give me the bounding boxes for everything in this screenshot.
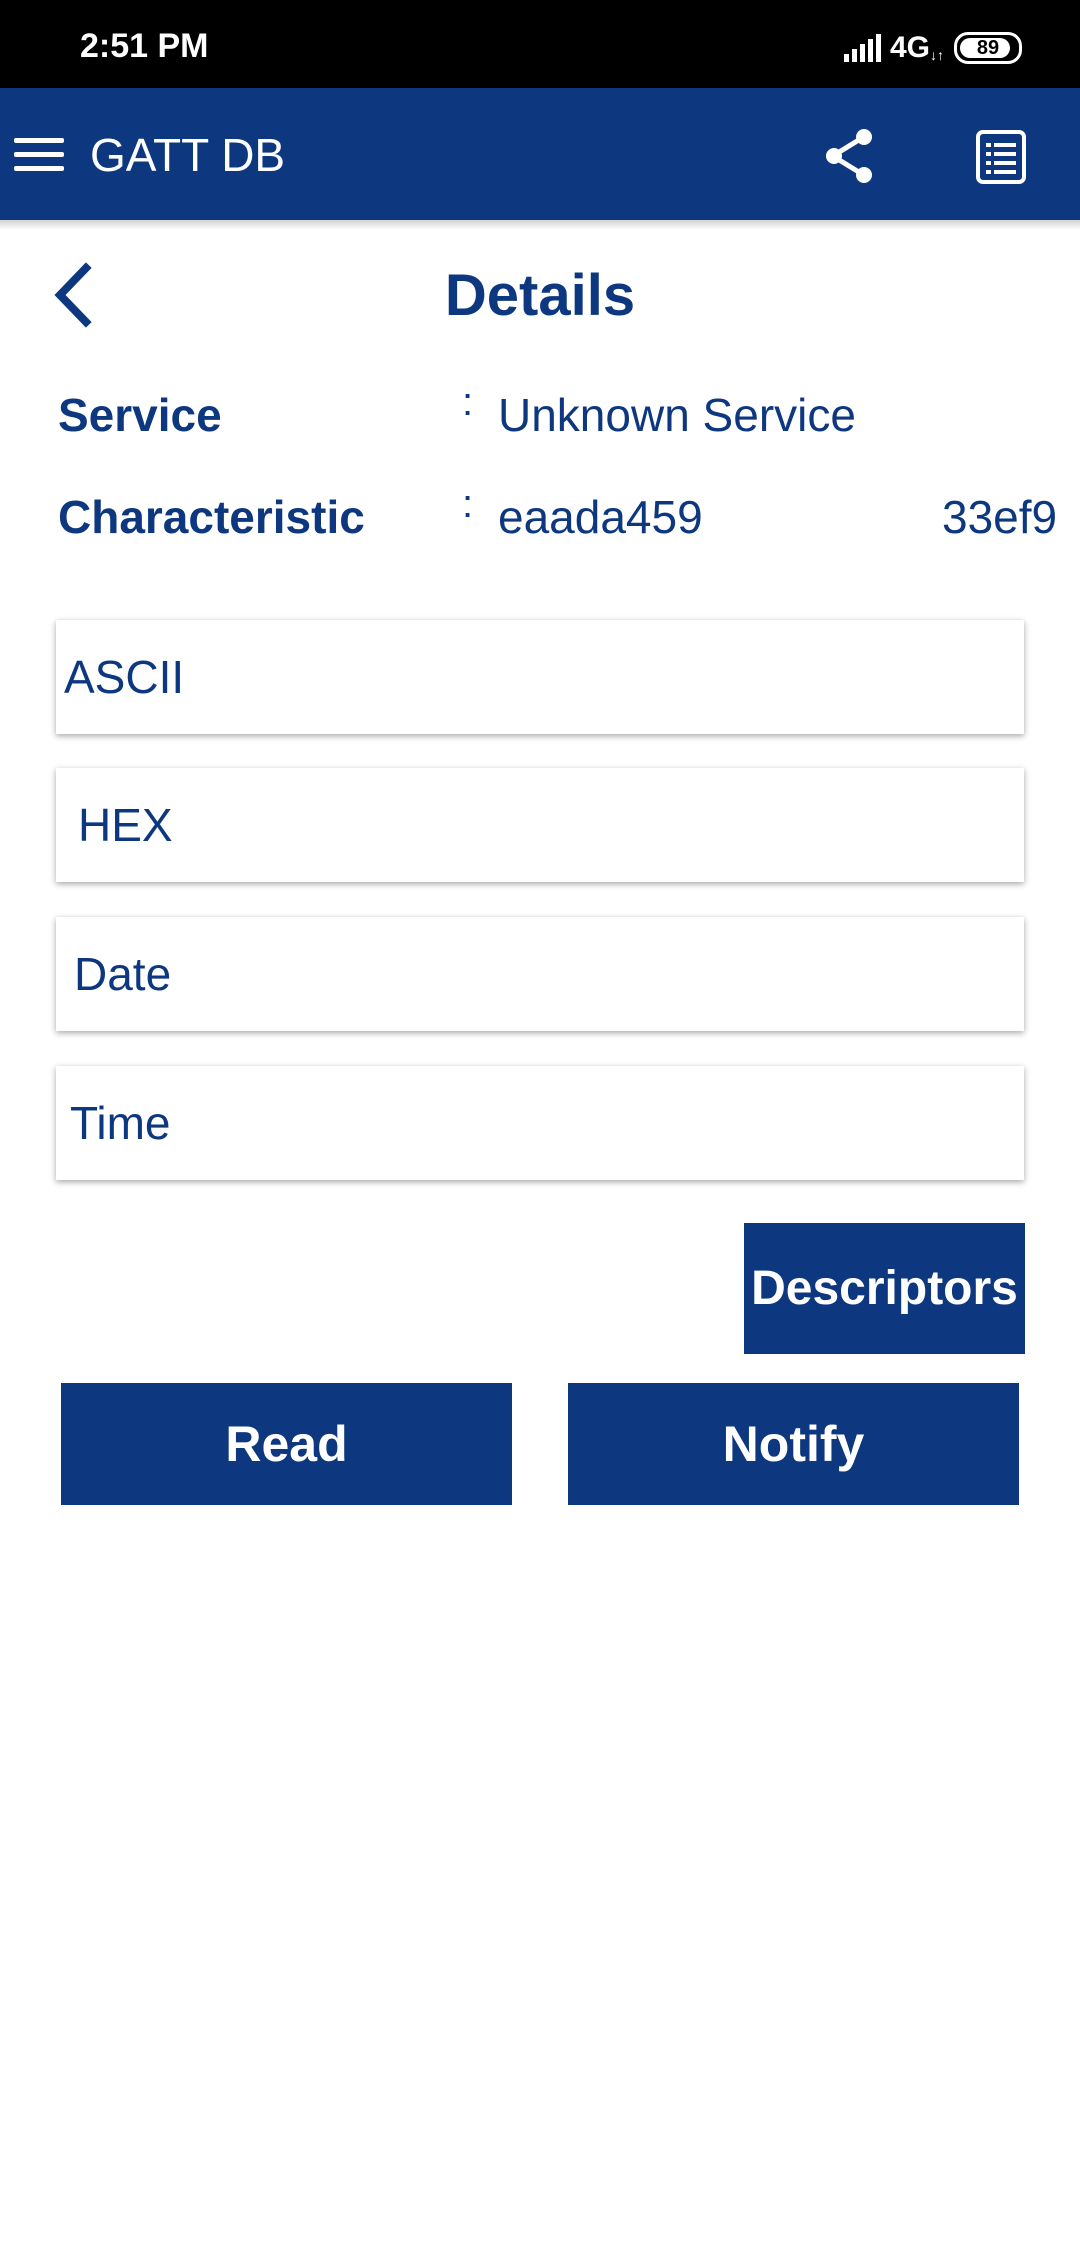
signal-icon bbox=[843, 34, 881, 62]
status-time: 2:51 PM bbox=[80, 27, 209, 65]
status-bar: 2:51 PM 4G ↓↑ 89 bbox=[0, 0, 1080, 88]
characteristic-label: Characteristic bbox=[58, 491, 365, 543]
characteristic-value: eaada459 33ef9 bbox=[490, 487, 1078, 547]
characteristic-value-part1: eaada459 bbox=[498, 491, 703, 543]
characteristic-row: Characteristic : eaada459 33ef9 bbox=[58, 482, 1057, 547]
descriptors-button[interactable]: Descriptors bbox=[744, 1223, 1025, 1354]
hex-field-label: HEX bbox=[78, 799, 173, 851]
app-bar-shadow bbox=[0, 220, 1080, 230]
ascii-field[interactable]: ASCII bbox=[56, 620, 1024, 734]
service-label: Service bbox=[58, 389, 222, 441]
time-field-label: Time bbox=[70, 1097, 171, 1149]
list-icon[interactable] bbox=[970, 126, 1034, 190]
hex-field[interactable]: HEX bbox=[56, 768, 1024, 882]
menu-icon[interactable] bbox=[14, 128, 74, 180]
ascii-field-label: ASCII bbox=[64, 651, 185, 703]
date-field-label: Date bbox=[74, 948, 172, 1000]
characteristic-separator: : bbox=[462, 482, 474, 526]
service-row: Service : Unknown Service bbox=[58, 380, 1018, 445]
app-title: GATT DB bbox=[90, 129, 286, 181]
status-indicators: 4G ↓↑ 89 bbox=[843, 28, 1022, 68]
share-icon[interactable] bbox=[818, 124, 882, 188]
notify-button[interactable]: Notify bbox=[568, 1383, 1019, 1505]
service-separator: : bbox=[462, 380, 474, 424]
read-button[interactable]: Read bbox=[61, 1383, 512, 1505]
time-field[interactable]: Time bbox=[56, 1066, 1024, 1180]
battery-icon: 89 bbox=[954, 32, 1022, 64]
app-bar: GATT DB bbox=[0, 88, 1080, 220]
date-field[interactable]: Date bbox=[56, 917, 1024, 1031]
page-title: Details bbox=[444, 263, 636, 328]
network-activity-icon: ↓↑ bbox=[930, 47, 944, 63]
service-value: Unknown Service bbox=[498, 389, 856, 441]
network-type: 4G bbox=[889, 31, 930, 64]
battery-percent: 89 bbox=[976, 37, 1000, 59]
characteristic-value-part2: 33ef9 bbox=[942, 491, 1058, 543]
